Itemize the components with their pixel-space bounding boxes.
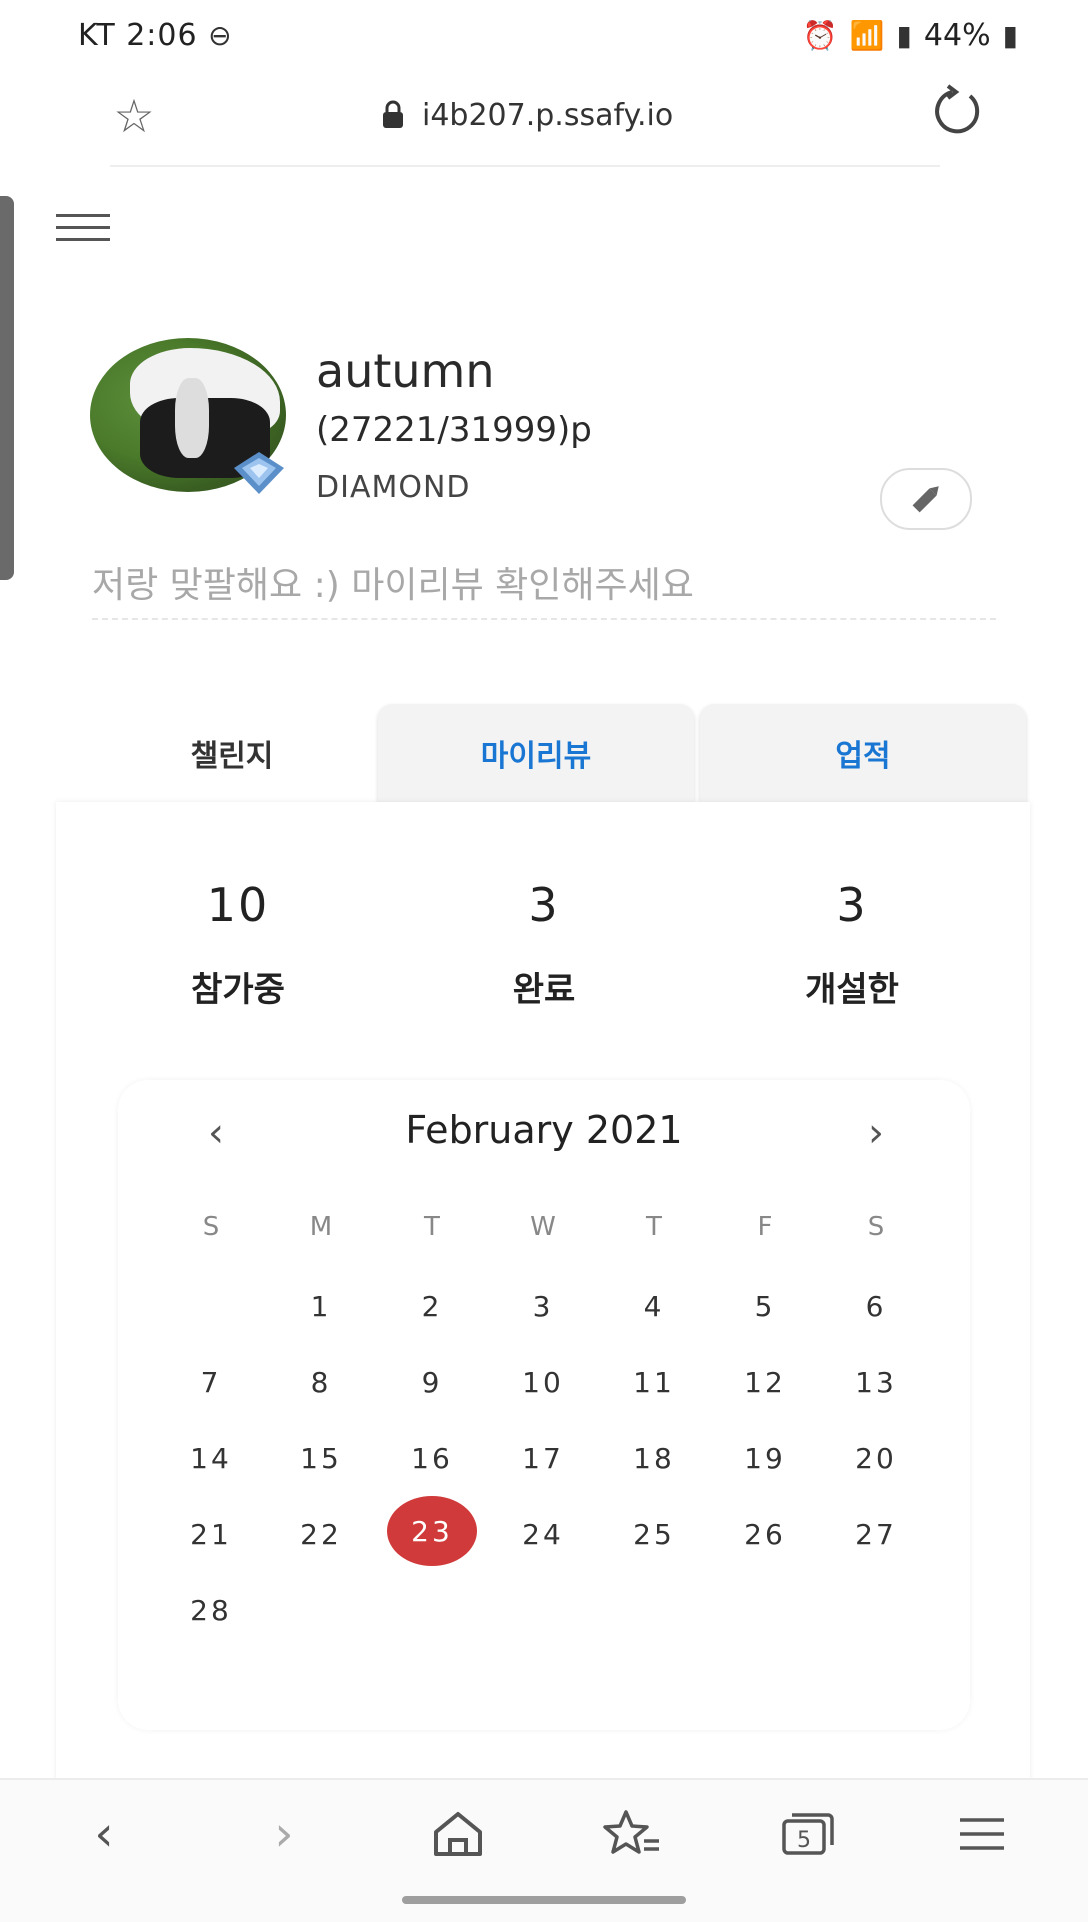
weekday-mon: M bbox=[309, 1212, 333, 1242]
calendar-day[interactable]: 6 bbox=[846, 1290, 906, 1323]
calendar-day[interactable]: 27 bbox=[846, 1518, 906, 1551]
weekday-wed: W bbox=[530, 1212, 556, 1242]
calendar-day[interactable]: 28 bbox=[181, 1594, 241, 1627]
home-icon[interactable] bbox=[418, 1806, 498, 1862]
calendar-day[interactable]: 2 bbox=[402, 1290, 462, 1323]
diamond-badge-icon bbox=[234, 452, 284, 494]
calendar-title: February 2021 bbox=[405, 1108, 683, 1152]
status-bar: KT 2:06 ⊖ ⏰ 📶 ▮ 44% ▮ bbox=[0, 0, 1088, 72]
calendar-day[interactable]: 22 bbox=[291, 1518, 351, 1551]
url-divider bbox=[110, 165, 940, 167]
calendar-day[interactable]: 12 bbox=[735, 1366, 795, 1399]
calendar-day[interactable]: 17 bbox=[513, 1442, 573, 1475]
menu-lines-svg bbox=[960, 1818, 1004, 1850]
calendar-day[interactable]: 10 bbox=[513, 1366, 573, 1399]
tabs-svg: 5 bbox=[782, 1813, 834, 1855]
stat-created-label: 개설한 bbox=[805, 970, 899, 1010]
calendar-day[interactable]: 25 bbox=[624, 1518, 684, 1551]
stat-created-value: 3 bbox=[836, 878, 868, 932]
calendar-day[interactable]: 5 bbox=[735, 1290, 795, 1323]
scroll-handle[interactable] bbox=[0, 196, 14, 580]
next-month-chevron-icon[interactable]: › bbox=[856, 1110, 896, 1156]
tab-achievements-label: 업적 bbox=[835, 739, 891, 774]
points-text: (27221/31999)p bbox=[316, 410, 592, 450]
tab-challenge[interactable]: 챌린지 bbox=[92, 704, 372, 802]
weekday-sun: S bbox=[202, 1212, 220, 1242]
reload-svg bbox=[935, 84, 980, 134]
calendar bbox=[118, 1080, 970, 1730]
calendar-day[interactable]: 15 bbox=[291, 1442, 351, 1475]
calendar-day[interactable]: 7 bbox=[181, 1366, 241, 1399]
home-svg bbox=[434, 1812, 482, 1856]
battery-icon: ▮ bbox=[1002, 19, 1018, 52]
bio-underline bbox=[92, 618, 996, 620]
carrier-time: KT 2:06 ⊖ bbox=[78, 18, 233, 53]
calendar-day[interactable]: 21 bbox=[181, 1518, 241, 1551]
edit-profile-button[interactable] bbox=[880, 468, 972, 530]
bookmark-star-icon[interactable]: ☆ bbox=[104, 86, 164, 146]
lock-icon bbox=[383, 100, 403, 128]
tabs-icon[interactable]: 5 bbox=[768, 1806, 848, 1862]
calendar-day[interactable]: 24 bbox=[513, 1518, 573, 1551]
calendar-day[interactable]: 19 bbox=[735, 1442, 795, 1475]
reload-icon[interactable] bbox=[925, 84, 989, 148]
signal-icon: ▮ bbox=[896, 19, 912, 52]
do-not-disturb-icon: ⊖ bbox=[208, 19, 233, 52]
calendar-day[interactable]: 14 bbox=[181, 1442, 241, 1475]
calendar-day[interactable]: 8 bbox=[291, 1366, 351, 1399]
calendar-day[interactable]: 3 bbox=[513, 1290, 573, 1323]
tab-my-review[interactable]: 마이리뷰 bbox=[378, 704, 694, 802]
tab-achievements[interactable]: 업적 bbox=[700, 704, 1026, 802]
weekday-sat: S bbox=[867, 1212, 885, 1242]
calendar-day[interactable]: 1 bbox=[291, 1290, 351, 1323]
tab-count: 5 bbox=[797, 1828, 811, 1853]
calendar-day[interactable]: 16 bbox=[402, 1442, 462, 1475]
weekday-thu: T bbox=[646, 1212, 662, 1242]
bookmarks-star-icon[interactable] bbox=[592, 1806, 672, 1862]
stat-participating-value: 10 bbox=[206, 878, 270, 932]
rank-text: DIAMOND bbox=[316, 470, 471, 505]
back-chevron-icon[interactable]: ‹ bbox=[64, 1806, 144, 1862]
address-bar[interactable]: i4b207.p.ssafy.io bbox=[380, 92, 673, 138]
calendar-day[interactable]: 18 bbox=[624, 1442, 684, 1475]
wifi-icon: 📶 bbox=[849, 19, 885, 52]
tab-my-review-label: 마이리뷰 bbox=[480, 739, 592, 774]
calendar-day[interactable]: 4 bbox=[624, 1290, 684, 1323]
menu-icon[interactable] bbox=[56, 214, 110, 244]
pencil-icon bbox=[912, 486, 939, 513]
status-icons: ⏰ 📶 ▮ 44% ▮ bbox=[803, 18, 1018, 53]
weekday-fri: F bbox=[757, 1212, 773, 1242]
calendar-day[interactable]: 13 bbox=[846, 1366, 906, 1399]
url-text: i4b207.p.ssafy.io bbox=[422, 97, 674, 133]
username: autumn bbox=[316, 344, 495, 398]
battery-percent: 44% bbox=[923, 18, 991, 53]
calendar-day[interactable]: 26 bbox=[735, 1518, 795, 1551]
calendar-day[interactable]: 9 bbox=[402, 1366, 462, 1399]
calendar-day[interactable]: 20 bbox=[846, 1442, 906, 1475]
stat-participating-label: 참가중 bbox=[191, 970, 285, 1010]
stat-completed-label: 완료 bbox=[512, 970, 576, 1010]
bio-input[interactable]: 저랑 맞팔해요 :) 마이리뷰 확인해주세요 bbox=[92, 556, 694, 608]
weekday-tue: T bbox=[424, 1212, 440, 1242]
calendar-day-selected[interactable]: 23 bbox=[387, 1496, 477, 1566]
clock-text: KT 2:06 bbox=[78, 18, 198, 53]
home-indicator[interactable] bbox=[402, 1896, 686, 1904]
alarm-icon: ⏰ bbox=[802, 19, 838, 52]
calendar-day[interactable]: 11 bbox=[624, 1366, 684, 1399]
stat-completed-value: 3 bbox=[528, 878, 560, 932]
menu-lines-icon[interactable] bbox=[942, 1806, 1022, 1862]
tab-challenge-label: 챌린지 bbox=[190, 739, 274, 774]
bookmarks-svg bbox=[603, 1810, 659, 1854]
forward-chevron-icon[interactable]: › bbox=[244, 1806, 324, 1862]
